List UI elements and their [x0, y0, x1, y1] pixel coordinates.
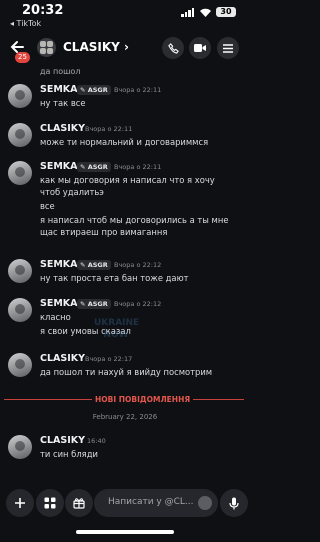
message-text: все	[40, 201, 55, 211]
date-divider: February 22, 2026	[0, 413, 250, 423]
watermark-line: UKRAINE	[94, 318, 140, 328]
message-text: да пошол	[40, 67, 81, 76]
avatar[interactable]	[8, 161, 32, 185]
message-timestamp: 16:40	[87, 437, 106, 445]
message-timestamp: Вчора о 22:11	[85, 125, 133, 133]
channel-title[interactable]: CLASIKY ›	[63, 40, 129, 54]
avatar[interactable]	[8, 259, 32, 283]
add-attachment-button[interactable]	[6, 489, 34, 517]
message-text: щас втираеш про вимагання	[40, 227, 168, 237]
avatar[interactable]	[8, 435, 32, 459]
message-list[interactable]: да пошол SEMKA ✎ ASGR Вчора о 22:11 ну т…	[0, 63, 250, 480]
message-text: ну так все	[40, 98, 86, 108]
channel-name: CLASIKY	[63, 40, 120, 54]
guild-tag: ✎ ASGR	[77, 162, 111, 172]
avatar[interactable]	[8, 84, 32, 108]
unread-badge: 25	[15, 52, 30, 63]
video-button[interactable]	[189, 37, 211, 59]
message-author[interactable]: SEMKA	[40, 84, 78, 95]
message-timestamp: Вчора о 22:12	[114, 300, 162, 308]
gift-icon	[73, 498, 85, 509]
message-timestamp: Вчора о 22:11	[114, 163, 162, 171]
message-author[interactable]: CLASIKY	[40, 123, 85, 134]
guild-tag: ✎ ASGR	[77, 299, 111, 309]
message-text: може ти нормальний и договариммся	[40, 137, 209, 147]
signal-icon	[181, 8, 194, 17]
tag-icon: ✎	[80, 86, 86, 94]
message-timestamp: Вчора о 22:12	[114, 261, 162, 269]
wifi-icon	[200, 8, 211, 17]
message-timestamp: Вчора о 22:11	[114, 86, 162, 94]
channel-header: 25 CLASIKY ›	[0, 33, 250, 63]
message-text: ну так проста ета бан тоже дают	[40, 273, 189, 283]
message-author[interactable]: SEMKA	[40, 259, 78, 270]
back-to-app-link[interactable]: ◂ TikTok	[10, 19, 41, 28]
guild-tag-label: ASGR	[87, 86, 108, 94]
guild-tag-label: ASGR	[87, 300, 108, 308]
server-avatar-icon[interactable]	[37, 38, 56, 57]
message-author[interactable]: CLASIKY	[40, 435, 85, 446]
status-time: 20:32	[22, 3, 64, 18]
tag-icon: ✎	[80, 300, 86, 308]
tag-icon: ✎	[80, 261, 86, 269]
menu-icon	[223, 43, 233, 53]
message-text: ти син бляди	[40, 449, 98, 459]
message-author[interactable]: SEMKA	[40, 298, 78, 309]
voice-message-button[interactable]	[220, 489, 248, 517]
message-author[interactable]: SEMKA	[40, 161, 78, 172]
menu-button[interactable]	[217, 37, 239, 59]
date-label: February 22, 2026	[92, 413, 158, 421]
message-text: чтоб удалитьэ	[40, 187, 104, 197]
guild-tag: ✎ ASGR	[77, 85, 111, 95]
video-icon	[194, 44, 206, 52]
avatar[interactable]	[8, 123, 32, 147]
message-timestamp: Вчора о 22:17	[85, 355, 133, 363]
call-icon	[167, 42, 179, 54]
new-messages-label: НОВІ ПОВІДОМЛЕННЯ	[92, 395, 194, 404]
battery-icon: 30	[216, 7, 236, 17]
watermark-logo: UKRAINE NOW	[94, 317, 140, 351]
watermark-line: NOW	[103, 330, 129, 340]
avatar[interactable]	[8, 353, 32, 377]
tag-icon: ✎	[80, 163, 86, 171]
plus-icon	[15, 498, 25, 508]
gift-button[interactable]	[65, 489, 93, 517]
message-text: класно	[40, 312, 71, 322]
message-text: как мы договория я написал что я хочу	[40, 175, 215, 185]
call-button[interactable]	[162, 37, 184, 59]
mic-icon	[229, 497, 239, 509]
apps-button[interactable]	[36, 489, 64, 517]
message-input[interactable]: Написати у @CL...	[94, 489, 218, 517]
message-author[interactable]: CLASIKY	[40, 353, 85, 364]
guild-tag: ✎ ASGR	[77, 260, 111, 270]
status-bar: 20:32 ◂ TikTok 30	[0, 0, 250, 28]
input-placeholder: Написати у @CL...	[108, 497, 194, 507]
message-text: да пошол ти нахуй я вийду посмотрим	[40, 367, 213, 377]
emoji-icon[interactable]	[198, 496, 212, 510]
apps-icon	[44, 497, 56, 509]
message-composer: Написати у @CL...	[0, 486, 250, 520]
home-indicator[interactable]	[76, 530, 174, 534]
guild-tag-label: ASGR	[87, 261, 108, 269]
new-messages-divider: НОВІ ПОВІДОМЛЕННЯ	[0, 395, 250, 405]
message-text: я написал чтоб мы договорились а ты мне	[40, 215, 229, 225]
avatar[interactable]	[8, 298, 32, 322]
guild-tag-label: ASGR	[87, 163, 108, 171]
chevron-right-icon: ›	[124, 40, 129, 54]
